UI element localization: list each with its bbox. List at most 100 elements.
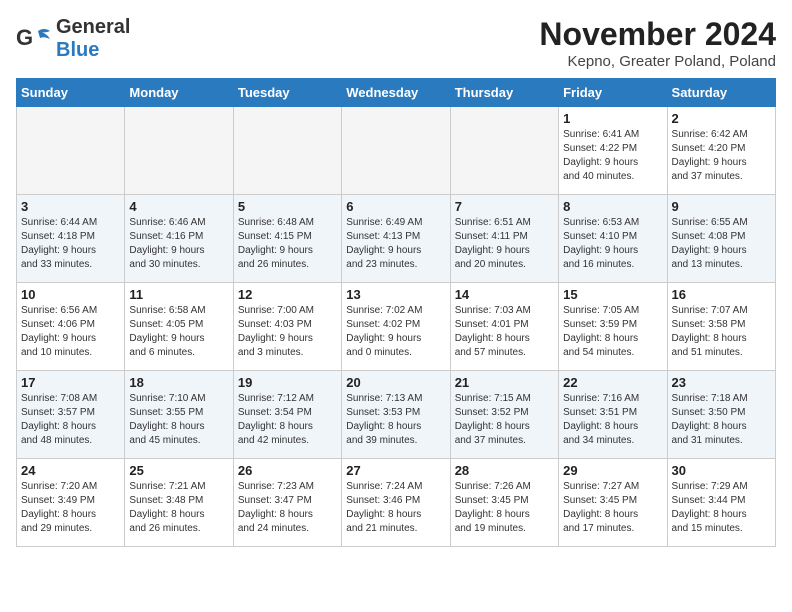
day-info: Sunrise: 7:00 AMSunset: 4:03 PMDaylight:… [238,304,337,360]
calendar-week-row: 1Sunrise: 6:41 AMSunset: 4:22 PMDaylight… [17,107,776,195]
calendar-day-cell: 8 Sunrise: 6:53 AMSunset: 4:10 PMDaylight… [559,195,667,283]
day-number: 9 [672,199,771,214]
day-number: 14 [455,287,554,302]
header-saturday: Saturday [667,79,775,107]
calendar-day-cell: 2 Sunrise: 6:42 AMSunset: 4:20 PMDaylight… [667,107,775,195]
day-number: 30 [672,463,771,478]
header-thursday: Thursday [450,79,558,107]
calendar-day-cell: 5 Sunrise: 6:48 AMSunset: 4:15 PMDaylight… [233,195,341,283]
day-info: Sunrise: 7:27 AMSunset: 3:45 PMDaylight:… [563,480,662,536]
header-sunday: Sunday [17,79,125,107]
day-info: Sunrise: 7:03 AMSunset: 4:01 PMDaylight:… [455,304,554,360]
day-number: 21 [455,375,554,390]
day-info: Sunrise: 7:02 AMSunset: 4:02 PMDaylight:… [346,304,445,360]
month-title: November 2024 [539,16,776,53]
title-block: November 2024 Kepno, Greater Poland, Pol… [539,16,776,70]
day-info: Sunrise: 6:42 AMSunset: 4:20 PMDaylight:… [672,128,771,184]
day-info: Sunrise: 6:51 AMSunset: 4:11 PMDaylight:… [455,216,554,272]
calendar-week-row: 17 Sunrise: 7:08 AMSunset: 3:57 PMDayligh… [17,371,776,459]
calendar-day-cell: 20Sunrise: 7:13 AMSunset: 3:53 PMDayligh… [342,371,450,459]
day-number: 13 [346,287,445,302]
calendar-day-cell: 22Sunrise: 7:16 AMSunset: 3:51 PMDayligh… [559,371,667,459]
day-number: 3 [21,199,120,214]
calendar-day-cell: 30 Sunrise: 7:29 AMSunset: 3:44 PMDayligh… [667,459,775,547]
calendar-day-cell: 3Sunrise: 6:44 AMSunset: 4:18 PMDaylight… [17,195,125,283]
calendar-day-cell: 6Sunrise: 6:49 AMSunset: 4:13 PMDaylight… [342,195,450,283]
day-number: 4 [129,199,228,214]
calendar-day-cell: 12Sunrise: 7:00 AMSunset: 4:03 PMDayligh… [233,283,341,371]
day-info: Sunrise: 7:08 AMSunset: 3:57 PMDaylight:… [21,392,120,448]
logo-general: General [56,16,130,38]
day-info: Sunrise: 6:56 AMSunset: 4:06 PMDaylight:… [21,304,120,360]
calendar-day-cell: 19Sunrise: 7:12 AMSunset: 3:54 PMDayligh… [233,371,341,459]
calendar-day-cell: 29 Sunrise: 7:27 AMSunset: 3:45 PMDayligh… [559,459,667,547]
calendar-day-cell [450,107,558,195]
calendar-day-cell: 21 Sunrise: 7:15 AMSunset: 3:52 PMDayligh… [450,371,558,459]
location-subtitle: Kepno, Greater Poland, Poland [539,53,776,70]
logo-blue: Blue [56,39,99,61]
calendar-week-row: 24Sunrise: 7:20 AMSunset: 3:49 PMDayligh… [17,459,776,547]
day-info: Sunrise: 7:07 AMSunset: 3:58 PMDaylight:… [672,304,771,360]
svg-text:G: G [16,25,33,50]
day-info: Sunrise: 6:46 AMSunset: 4:16 PMDaylight:… [129,216,228,272]
calendar-day-cell: 23Sunrise: 7:18 AMSunset: 3:50 PMDayligh… [667,371,775,459]
calendar-day-cell: 9 Sunrise: 6:55 AMSunset: 4:08 PMDaylight… [667,195,775,283]
calendar-day-cell: 24Sunrise: 7:20 AMSunset: 3:49 PMDayligh… [17,459,125,547]
header-monday: Monday [125,79,233,107]
header-wednesday: Wednesday [342,79,450,107]
day-info: Sunrise: 7:23 AMSunset: 3:47 PMDaylight:… [238,480,337,536]
day-info: Sunrise: 7:16 AMSunset: 3:51 PMDaylight:… [563,392,662,448]
calendar-day-cell: 15 Sunrise: 7:05 AMSunset: 3:59 PMDayligh… [559,283,667,371]
day-info: Sunrise: 6:58 AMSunset: 4:05 PMDaylight:… [129,304,228,360]
day-number: 17 [21,375,120,390]
day-number: 29 [563,463,662,478]
day-info: Sunrise: 7:05 AMSunset: 3:59 PMDaylight:… [563,304,662,360]
day-number: 27 [346,463,445,478]
logo-icon: G [16,25,52,53]
day-number: 10 [21,287,120,302]
calendar-day-cell [17,107,125,195]
calendar-day-cell: 28 Sunrise: 7:26 AMSunset: 3:45 PMDayligh… [450,459,558,547]
calendar-week-row: 3Sunrise: 6:44 AMSunset: 4:18 PMDaylight… [17,195,776,283]
day-info: Sunrise: 7:15 AMSunset: 3:52 PMDaylight:… [455,392,554,448]
day-number: 20 [346,375,445,390]
calendar-day-cell [125,107,233,195]
day-number: 5 [238,199,337,214]
day-number: 15 [563,287,662,302]
day-number: 2 [672,111,771,126]
day-info: Sunrise: 6:49 AMSunset: 4:13 PMDaylight:… [346,216,445,272]
calendar-week-row: 10 Sunrise: 6:56 AMSunset: 4:06 PMDayligh… [17,283,776,371]
day-info: Sunrise: 7:29 AMSunset: 3:44 PMDaylight:… [672,480,771,536]
day-number: 25 [129,463,228,478]
day-number: 16 [672,287,771,302]
day-info: Sunrise: 7:21 AMSunset: 3:48 PMDaylight:… [129,480,228,536]
calendar-day-cell: 18Sunrise: 7:10 AMSunset: 3:55 PMDayligh… [125,371,233,459]
day-number: 19 [238,375,337,390]
calendar-day-cell: 27 Sunrise: 7:24 AMSunset: 3:46 PMDayligh… [342,459,450,547]
day-info: Sunrise: 7:24 AMSunset: 3:46 PMDaylight:… [346,480,445,536]
calendar-day-cell: 26 Sunrise: 7:23 AMSunset: 3:47 PMDayligh… [233,459,341,547]
day-number: 28 [455,463,554,478]
header-tuesday: Tuesday [233,79,341,107]
calendar-day-cell: 16 Sunrise: 7:07 AMSunset: 3:58 PMDayligh… [667,283,775,371]
calendar-day-cell [342,107,450,195]
calendar-day-cell: 14 Sunrise: 7:03 AMSunset: 4:01 PMDayligh… [450,283,558,371]
calendar-day-cell [233,107,341,195]
calendar-day-cell: 13 Sunrise: 7:02 AMSunset: 4:02 PMDayligh… [342,283,450,371]
day-info: Sunrise: 6:48 AMSunset: 4:15 PMDaylight:… [238,216,337,272]
day-number: 11 [129,287,228,302]
day-number: 24 [21,463,120,478]
calendar-day-cell: 11 Sunrise: 6:58 AMSunset: 4:05 PMDayligh… [125,283,233,371]
logo: G General Blue [16,16,130,62]
calendar-day-cell: 17 Sunrise: 7:08 AMSunset: 3:57 PMDayligh… [17,371,125,459]
day-info: Sunrise: 7:18 AMSunset: 3:50 PMDaylight:… [672,392,771,448]
calendar-table: Sunday Monday Tuesday Wednesday Thursday… [16,78,776,547]
calendar-day-cell: 10 Sunrise: 6:56 AMSunset: 4:06 PMDayligh… [17,283,125,371]
day-info: Sunrise: 6:53 AMSunset: 4:10 PMDaylight:… [563,216,662,272]
day-number: 8 [563,199,662,214]
day-info: Sunrise: 6:55 AMSunset: 4:08 PMDaylight:… [672,216,771,272]
day-number: 26 [238,463,337,478]
calendar-day-cell: 4 Sunrise: 6:46 AMSunset: 4:16 PMDaylight… [125,195,233,283]
day-info: Sunrise: 7:26 AMSunset: 3:45 PMDaylight:… [455,480,554,536]
header: G General Blue November 2024 Kepno, Grea… [16,16,776,70]
